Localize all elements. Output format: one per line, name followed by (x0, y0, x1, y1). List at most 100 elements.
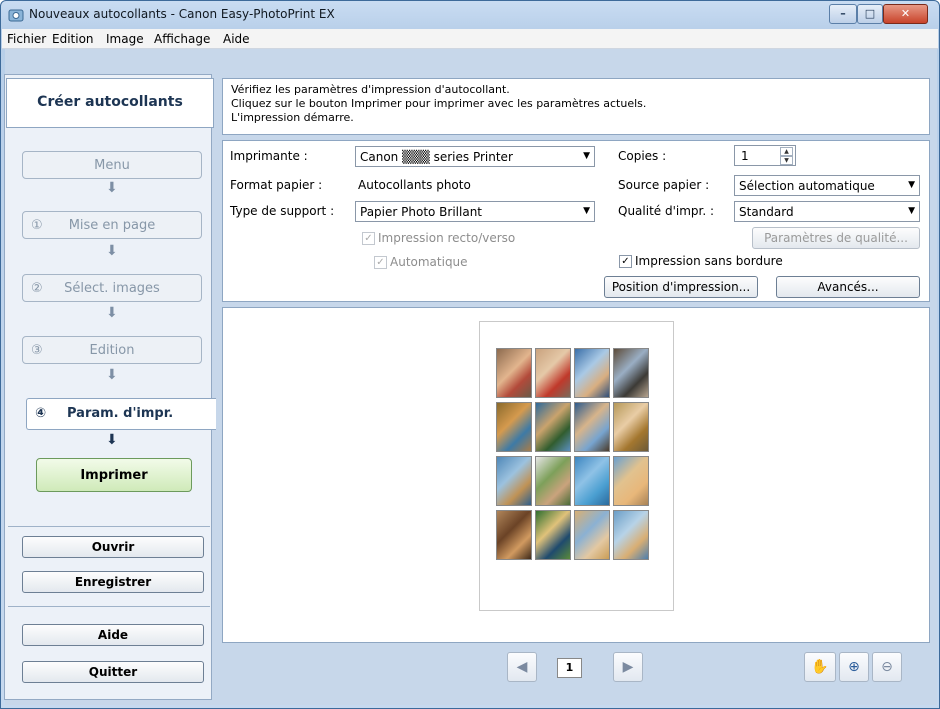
pan-button[interactable]: ✋ (804, 652, 836, 682)
down-arrow-icon: ⬇ (106, 305, 118, 321)
sticker-photo (613, 456, 649, 506)
menu-affichage[interactable]: Affichage (154, 32, 210, 46)
increment-icon[interactable]: ▲ (780, 147, 793, 156)
step-label: Sélect. images (64, 281, 160, 296)
sticker-photo (574, 510, 610, 560)
maximize-icon: □ (864, 7, 876, 20)
step-print-settings-active[interactable]: ④ Param. d'impr. (26, 398, 216, 430)
media-type-value: Papier Photo Brillant (360, 205, 483, 219)
sticker-photo (613, 510, 649, 560)
sticker-photo (613, 402, 649, 452)
borderless-label: Impression sans bordure (635, 254, 783, 268)
down-arrow-icon: ⬇ (106, 432, 118, 448)
borderless-checkbox[interactable]: ✓ (619, 255, 632, 268)
decrement-icon[interactable]: ▼ (780, 156, 793, 165)
chevron-left-icon: ◀ (516, 659, 528, 675)
copies-stepper[interactable]: 1 ▲ ▼ (734, 145, 796, 166)
sticker-photo (574, 402, 610, 452)
paper-preview (479, 321, 674, 611)
print-position-button[interactable]: Position d'impression... (604, 276, 758, 298)
paper-source-value: Sélection automatique (739, 179, 875, 193)
menu-image[interactable]: Image (106, 32, 144, 46)
printer-select[interactable]: Canon ▒▒▒ series Printer ▼ (355, 146, 595, 167)
step-label: Menu (94, 158, 130, 173)
down-arrow-icon: ⬇ (106, 180, 118, 196)
printer-label: Imprimante : (230, 149, 308, 163)
step-select-images-button[interactable]: ② Sélect. images (22, 274, 202, 302)
menu-aide[interactable]: Aide (223, 32, 250, 46)
sticker-photo (496, 510, 532, 560)
save-button-label: Enregistrer (74, 575, 152, 589)
step-layout-button[interactable]: ① Mise en page (22, 211, 202, 239)
instruction-line: Vérifiez les paramètres d'impression d'a… (231, 83, 510, 96)
open-button-label: Ouvrir (91, 540, 135, 554)
copies-label: Copies : (618, 149, 667, 163)
step-edit-button[interactable]: ③ Edition (22, 336, 202, 364)
sticker-photo (574, 348, 610, 398)
sidebar-divider (8, 526, 210, 527)
zoom-in-button[interactable]: ⊕ (839, 652, 869, 682)
quality-settings-button[interactable]: Paramètres de qualité... (752, 227, 920, 249)
maximize-button[interactable]: □ (857, 4, 883, 24)
down-arrow-icon: ⬇ (106, 367, 118, 383)
sticker-photo (535, 402, 571, 452)
print-quality-label: Qualité d'impr. : (618, 204, 715, 218)
minimize-button[interactable]: – (829, 4, 857, 24)
advanced-button[interactable]: Avancés... (776, 276, 920, 298)
duplex-label: Impression recto/verso (378, 231, 516, 245)
media-type-select[interactable]: Papier Photo Brillant ▼ (355, 201, 595, 222)
app-icon (8, 9, 24, 22)
help-button-label: Aide (97, 628, 129, 642)
print-quality-value: Standard (739, 205, 794, 219)
sticker-photo (535, 510, 571, 560)
zoom-out-button[interactable]: ⊖ (872, 652, 902, 682)
advanced-label: Avancés... (817, 280, 879, 294)
step-number: ④ (35, 406, 47, 421)
quit-button-label: Quitter (88, 665, 138, 679)
next-page-button[interactable]: ▶ (613, 652, 643, 682)
paper-size-value: Autocollants photo (358, 178, 471, 192)
hand-icon: ✋ (811, 659, 829, 675)
sticker-photo (496, 348, 532, 398)
copies-value: 1 (741, 149, 749, 163)
close-button[interactable]: ✕ (883, 4, 928, 24)
automatic-checkbox[interactable]: ✓ (374, 256, 387, 269)
chevron-down-icon: ▼ (908, 206, 915, 216)
sticker-photo (496, 456, 532, 506)
print-quality-select[interactable]: Standard ▼ (734, 201, 920, 222)
sticker-photo (613, 348, 649, 398)
duplex-checkbox[interactable]: ✓ (362, 232, 375, 245)
instruction-line: L'impression démarre. (231, 111, 354, 124)
quit-button[interactable]: Quitter (22, 661, 204, 683)
chevron-down-icon: ▼ (908, 180, 915, 190)
chevron-down-icon: ▼ (583, 206, 590, 216)
sidebar-title: Créer autocollants (37, 94, 183, 110)
sticker-photo (535, 348, 571, 398)
sidebar-divider (8, 606, 210, 607)
instructions-panel: Vérifiez les paramètres d'impression d'a… (222, 78, 930, 135)
down-arrow-icon: ⬇ (106, 243, 118, 259)
media-type-label: Type de support : (230, 204, 335, 218)
step-label: Edition (89, 343, 135, 358)
print-button-label: Imprimer (80, 468, 148, 483)
save-button[interactable]: Enregistrer (22, 571, 204, 593)
print-button[interactable]: Imprimer (36, 458, 192, 492)
close-icon: ✕ (900, 7, 911, 20)
print-position-label: Position d'impression... (611, 280, 751, 294)
sticker-photo (574, 456, 610, 506)
menu-bar: Fichier Edition Image Affichage Aide (2, 29, 938, 49)
previous-page-button[interactable]: ◀ (507, 652, 537, 682)
help-button[interactable]: Aide (22, 624, 204, 646)
paper-source-select[interactable]: Sélection automatique ▼ (734, 175, 920, 196)
instruction-line: Cliquez sur le bouton Imprimer pour impr… (231, 97, 647, 110)
step-label: Mise en page (68, 218, 156, 233)
title-bar: Nouveaux autocollants - Canon Easy-Photo… (1, 1, 939, 29)
menu-edition[interactable]: Edition (52, 32, 94, 46)
sticker-photo (496, 402, 532, 452)
step-menu-button[interactable]: Menu (22, 151, 202, 179)
printer-value: Canon ▒▒▒ series Printer (360, 150, 513, 164)
zoom-in-icon: ⊕ (848, 659, 860, 675)
sticker-photo (535, 456, 571, 506)
menu-fichier[interactable]: Fichier (7, 32, 46, 46)
open-button[interactable]: Ouvrir (22, 536, 204, 558)
